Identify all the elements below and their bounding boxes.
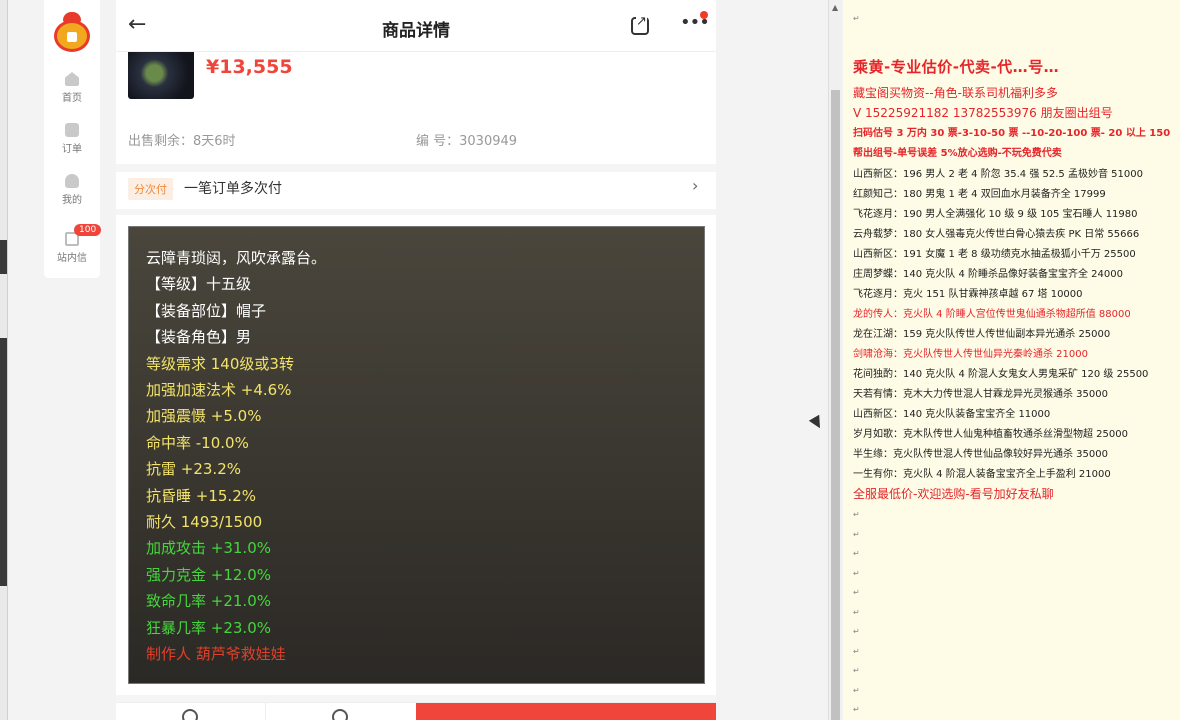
page-scrollbar[interactable]: ▲ xyxy=(828,0,842,720)
note-line: 山西新区：196 男人 2 老 4 阶忽 35.4 强 52.5 孟极妙音 51… xyxy=(853,169,1143,180)
attribute-line: 狂暴几率 +23.0% xyxy=(146,618,271,637)
sale-remaining-value: 8天6时 xyxy=(193,134,236,149)
line-break-mark: ↵ xyxy=(853,549,860,558)
page-title: 商品详情 xyxy=(382,21,450,41)
note-line: 山西新区：191 女魔 1 老 8 级功绩克水抽孟极狐小千万 25500 xyxy=(853,249,1136,260)
attribute-line: 【装备角色】男 xyxy=(146,328,252,347)
scrollbar-thumb[interactable] xyxy=(831,90,840,720)
installment-text: 一笔订单多次付 xyxy=(184,181,282,197)
product-code-value: 3030949 xyxy=(459,134,518,149)
installment-tag: 分次付 xyxy=(128,178,173,200)
installment-payment-row[interactable]: 分次付 一笔订单多次付 › xyxy=(116,164,716,209)
page-header: ← 商品详情 ••• xyxy=(116,0,716,52)
line-break-mark: ↵ xyxy=(853,14,860,23)
line-break-mark: ↵ xyxy=(853,666,860,675)
notification-dot xyxy=(700,11,708,19)
sidebar-item-label: 我的 xyxy=(62,195,82,206)
attribute-line: 强力克金 +12.0% xyxy=(146,565,271,584)
buy-button[interactable] xyxy=(416,703,716,720)
item-detail-section: 云障青琐闼，风吹承露台。 【等级】十五级 【装备部位】帽子 【装备角色】男等级需求 1… xyxy=(116,215,716,695)
attribute-line: 加成攻击 +31.0% xyxy=(146,539,271,558)
attribute-line: 云障青琐闼，风吹承露台。 xyxy=(146,249,327,267)
scroll-up-arrow-icon[interactable]: ▲ xyxy=(832,3,838,12)
note-line: 乘黄-专业估价-代卖-代…号… xyxy=(853,58,1060,76)
line-break-mark: ↵ xyxy=(853,529,860,539)
note-line: 藏宝阁买物资--角色-联系司机福利多多 xyxy=(853,86,1058,100)
bottom-action-bar xyxy=(116,702,716,720)
notepad-document[interactable]: ↵ 乘黄-专业估价-代卖-代…号… 藏宝阁买物资--角色-联系司机福利多多 V 152… xyxy=(843,0,1180,720)
close-circle-icon xyxy=(332,709,348,720)
note-line: 天若有情：克木大力传世混人甘霖龙异光灵猴通杀 35000 xyxy=(853,389,1108,400)
note-line: 岁月如歌：克木队传世人仙鬼种植畜牧通杀丝滑型物超 25000 xyxy=(853,429,1128,440)
background-window-edge xyxy=(0,0,8,720)
attribute-line: 【装备部位】帽子 xyxy=(146,301,267,320)
sidebar-item-orders[interactable]: 订单 xyxy=(44,123,100,155)
attribute-line: 抗雷 +23.2% xyxy=(146,460,241,479)
line-break-mark: ↵ xyxy=(853,607,860,617)
item-attributes-panel: 云障青琐闼，风吹承露台。 【等级】十五级 【装备部位】帽子 【装备角色】男等级需求 1… xyxy=(128,226,705,684)
window-edge-block xyxy=(0,240,7,274)
sidebar-item-label: 站内信 xyxy=(57,253,87,264)
note-line: 半生缘：克火队传世混人传世仙品像较好异光通杀 35000 xyxy=(853,449,1108,460)
note-line: 云舟载梦：180 女人强毒克火传世白骨心猿去疾 PK 日常 55666 xyxy=(853,229,1140,240)
note-line: 庄周梦蝶：140 克火队 4 阶睡杀品像好装备宝宝齐全 24000 xyxy=(853,269,1123,280)
sidebar-item-home[interactable]: 首页 xyxy=(44,72,100,104)
note-line: 龙的传人：克火队 4 阶睡人宫位传世鬼仙通杀物超所值 88000 xyxy=(853,309,1131,320)
sidebar-item-label: 首页 xyxy=(62,93,82,104)
note-line: 剑啸沧海：克火队传世人传世仙异光秦岭通杀 21000 xyxy=(853,349,1088,360)
line-break-mark: ↵ xyxy=(853,510,860,519)
line-break-mark: ↵ xyxy=(853,627,860,636)
window-edge-block xyxy=(0,338,7,586)
product-price: ¥13,555 xyxy=(206,56,293,78)
attribute-line: 致命几率 +21.0% xyxy=(146,592,271,611)
price-card: ¥13,555 出售剩余：8天6时 编 号：3030949 xyxy=(116,52,716,164)
note-line: 山西新区：140 克火队装备宝宝齐全 11000 xyxy=(853,409,1051,420)
sidebar-item-messages[interactable]: 100 站内信 xyxy=(44,224,102,264)
share-icon[interactable] xyxy=(631,14,649,35)
user-icon xyxy=(65,174,79,188)
favorite-button[interactable] xyxy=(116,703,266,720)
note-line: 飞花逐月：190 男人全满强化 10 级 9 级 105 宝石睡人 11980 xyxy=(853,209,1138,220)
attribute-line: 加强震慑 +5.0% xyxy=(146,407,262,426)
product-code: 编 号：3030949 xyxy=(416,130,517,149)
service-button[interactable] xyxy=(266,703,416,720)
attribute-line: 等级需求 140级或3转 xyxy=(146,354,294,373)
note-line: 花间独酌：140 克火队 4 阶混人女鬼女人男鬼采矿 120 级 25500 xyxy=(853,369,1149,380)
app-logo-icon[interactable] xyxy=(54,12,90,52)
note-line: 飞花逐月：克火 151 队甘霖神孩卓越 67 塔 10000 xyxy=(853,289,1083,300)
product-code-label: 编 号： xyxy=(416,134,460,149)
unread-badge: 100 xyxy=(74,224,102,236)
line-break-mark: ↵ xyxy=(853,646,860,656)
sale-remaining-label: 出售剩余： xyxy=(128,134,194,149)
sidebar-item-label: 订单 xyxy=(62,144,82,155)
sale-remaining: 出售剩余：8天6时 xyxy=(128,130,236,149)
attribute-line: 加强加速法术 +4.6% xyxy=(146,381,292,399)
attribute-line: 制作人 葫芦爷救娃娃 xyxy=(146,645,286,663)
chevron-right-icon: › xyxy=(692,176,699,195)
note-line: 帮出组号-单号误差 5%放心选购-不玩免费代卖 xyxy=(853,148,1062,159)
note-line: 龙在江湖：159 克火队传世人传世仙副本异光通杀 25000 xyxy=(853,329,1111,340)
app-sidebar: 首页 订单 我的 100 站内信 xyxy=(44,0,102,278)
line-break-mark: ↵ xyxy=(853,588,860,597)
note-line: V 15225921182 13782553976 朋友圈出组号 xyxy=(853,106,1113,120)
note-line: 一生有你：克火队 4 阶混人装备宝宝齐全上手盈利 21000 xyxy=(853,469,1111,480)
line-break-mark: ↵ xyxy=(853,685,860,695)
home-icon xyxy=(65,72,79,86)
attribute-line: 抗昏睡 +15.2% xyxy=(146,486,256,505)
product-detail-page: ← 商品详情 ••• ¥13,555 出售剩余：8天6时 编 号：3030949… xyxy=(116,0,716,720)
attribute-line: 耐久 1493/1500 xyxy=(146,513,263,531)
note-line: 全服最低价-欢迎选购-看号加好友私聊 xyxy=(853,487,1054,501)
star-icon xyxy=(182,709,198,720)
attribute-line: 命中率 -10.0% xyxy=(146,433,249,452)
sidebar-item-mine[interactable]: 我的 xyxy=(44,174,100,206)
line-break-mark: ↵ xyxy=(853,568,860,578)
note-line: 扫码估号 3 万内 30 票-3-10-50 票 --10-20-100 票- … xyxy=(853,128,1171,139)
attribute-line: 【等级】十五级 xyxy=(146,275,252,294)
order-icon xyxy=(65,123,79,137)
line-break-mark: ↵ xyxy=(853,705,860,714)
product-thumbnail[interactable] xyxy=(128,52,194,99)
note-line: 红颜知己：180 男鬼 1 老 4 双回血水月装备齐全 17999 xyxy=(853,189,1106,200)
mouse-cursor-icon xyxy=(808,414,826,432)
